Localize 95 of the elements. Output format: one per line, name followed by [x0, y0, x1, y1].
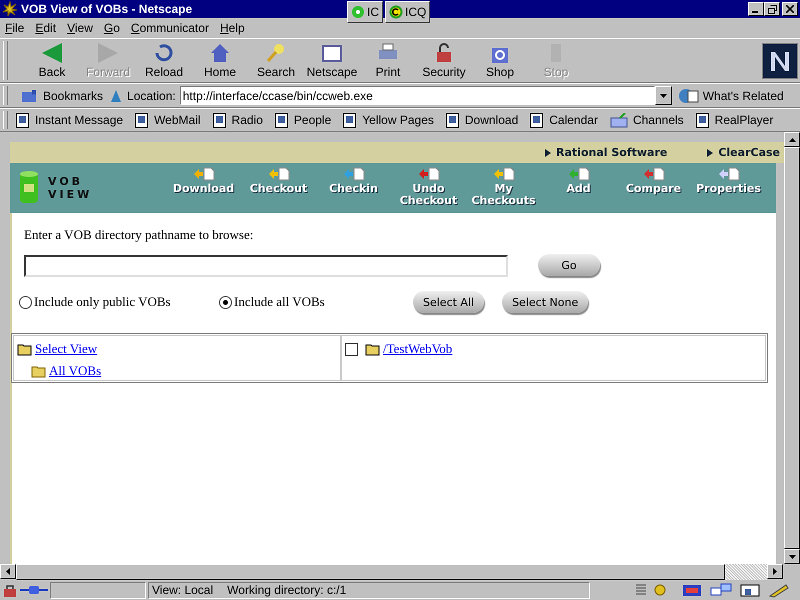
prompt-text: Enter a VOB directory pathname to browse:	[24, 227, 254, 243]
folder-icon	[365, 342, 381, 356]
radio-button[interactable]	[219, 296, 232, 308]
page-icon	[16, 112, 30, 128]
restore-button[interactable]	[764, 2, 780, 16]
triangle-icon	[707, 148, 714, 156]
minimize-button[interactable]	[748, 2, 764, 16]
bookmark-button[interactable]: Download	[444, 112, 520, 128]
dropdown-button[interactable]	[654, 86, 672, 105]
bookmark-button[interactable]: Yellow Pages	[341, 112, 436, 128]
scroll-left-button[interactable]	[0, 564, 16, 579]
menu-item[interactable]: Edit	[35, 21, 56, 35]
checkout-icon	[268, 167, 290, 181]
page-icon	[274, 112, 289, 128]
menu-item[interactable]: File	[5, 21, 24, 35]
toolbar-button[interactable]: Netscape	[304, 40, 360, 80]
folder-icon	[31, 364, 47, 378]
scroll-up-button[interactable]	[784, 132, 800, 147]
banner-link[interactable]: Rational Software	[545, 146, 668, 159]
go-button[interactable]: Go	[538, 254, 600, 276]
toolbar-button[interactable]: Print	[360, 40, 416, 80]
folder-icon	[610, 112, 628, 128]
vob-link[interactable]: /TestWebVob	[383, 341, 452, 357]
bookmark-button[interactable]: Radio	[210, 112, 265, 128]
taskbar-button[interactable]: IC	[347, 1, 383, 23]
page-icon	[530, 112, 544, 128]
close-icon	[786, 5, 794, 13]
bookmark-button[interactable]: WebMail	[133, 112, 203, 128]
banner-link[interactable]: ClearCase	[707, 146, 780, 159]
down-arrow-icon	[788, 554, 796, 558]
taskbar-button[interactable]: ICQ	[385, 1, 430, 23]
folder-icon	[17, 342, 33, 356]
toolbar-button[interactable]: Security	[416, 40, 472, 80]
forward-icon	[96, 40, 120, 64]
right-arrow-icon	[773, 568, 777, 575]
add-icon	[568, 167, 590, 181]
select-button[interactable]: Select None	[502, 291, 588, 313]
logo-text: VOB	[48, 175, 84, 188]
url-field[interactable]: http://interface/ccase/bin/ccweb.exe	[180, 86, 655, 105]
scrollbar-thumb[interactable]	[16, 564, 725, 580]
bookmark-button[interactable]: Instant Message	[14, 112, 126, 128]
bookmark-button[interactable]: People	[272, 112, 334, 128]
plug-icon	[20, 583, 48, 597]
list-icon	[635, 583, 647, 597]
menu-item[interactable]: Communicator	[130, 21, 209, 35]
menu-item[interactable]: Help	[220, 21, 245, 35]
globe-icon	[678, 88, 700, 104]
view-link[interactable]: Select View	[35, 341, 98, 357]
bookmark-button[interactable]: Calendar	[528, 112, 600, 128]
page-icon	[343, 112, 358, 128]
bookmark-button[interactable]: RealPlayer	[694, 112, 776, 128]
toolbar-button[interactable]: Home	[192, 40, 248, 80]
page-icon	[696, 112, 710, 128]
view-link[interactable]: All VOBs	[49, 363, 102, 379]
menu-item[interactable]: View	[67, 21, 93, 35]
lock-icon	[2, 583, 18, 597]
radio-option[interactable]: Include all VOBs	[219, 294, 413, 310]
scroll-right-button[interactable]	[767, 564, 783, 579]
checkbox[interactable]	[345, 342, 358, 356]
caret-icon	[660, 94, 667, 98]
triangle-icon	[545, 148, 552, 156]
scrollbar-thumb[interactable]	[784, 147, 800, 549]
menu-item[interactable]: Go	[104, 21, 120, 35]
checkin-icon	[342, 167, 364, 181]
toolbar-button[interactable]: Search	[248, 40, 304, 80]
cylinder-icon	[18, 170, 40, 206]
scroll-down-button[interactable]	[784, 549, 800, 564]
radio-option[interactable]: Include only public VOBs	[19, 294, 219, 310]
page-icon	[446, 112, 460, 128]
bookmark-button[interactable]: Channels	[608, 112, 686, 128]
restore-icon	[768, 4, 776, 14]
radio-button[interactable]	[19, 296, 32, 308]
left-arrow-icon	[6, 568, 10, 575]
status-text: View: Local	[152, 583, 214, 597]
logo-text: VIEW	[48, 188, 92, 201]
back-icon	[40, 40, 64, 64]
netscape-logo-icon	[762, 42, 798, 78]
status-text: Working directory: c:/1	[227, 583, 346, 597]
window-title: VOB View of VOBs - Netscape	[21, 2, 192, 16]
app-icon	[2, 1, 18, 17]
page-icon	[135, 112, 150, 128]
c-logo-icon	[389, 5, 403, 19]
path-field[interactable]	[24, 255, 508, 277]
whats-related-button[interactable]: What's Related	[676, 88, 786, 104]
toolbar-button[interactable]: Back	[24, 40, 80, 80]
download-icon	[192, 167, 214, 181]
chat-icon[interactable]	[708, 582, 734, 598]
toolbar-button[interactable]: Reload	[136, 40, 192, 80]
page-icon	[212, 112, 227, 128]
bookmarks-button[interactable]: Bookmarks	[18, 88, 106, 104]
select-button[interactable]: Select All	[413, 291, 484, 313]
location-label: Location:	[127, 88, 176, 102]
up-arrow-icon	[788, 138, 796, 142]
close-button[interactable]	[782, 2, 798, 16]
toolbar-button[interactable]: Shop	[472, 40, 528, 80]
